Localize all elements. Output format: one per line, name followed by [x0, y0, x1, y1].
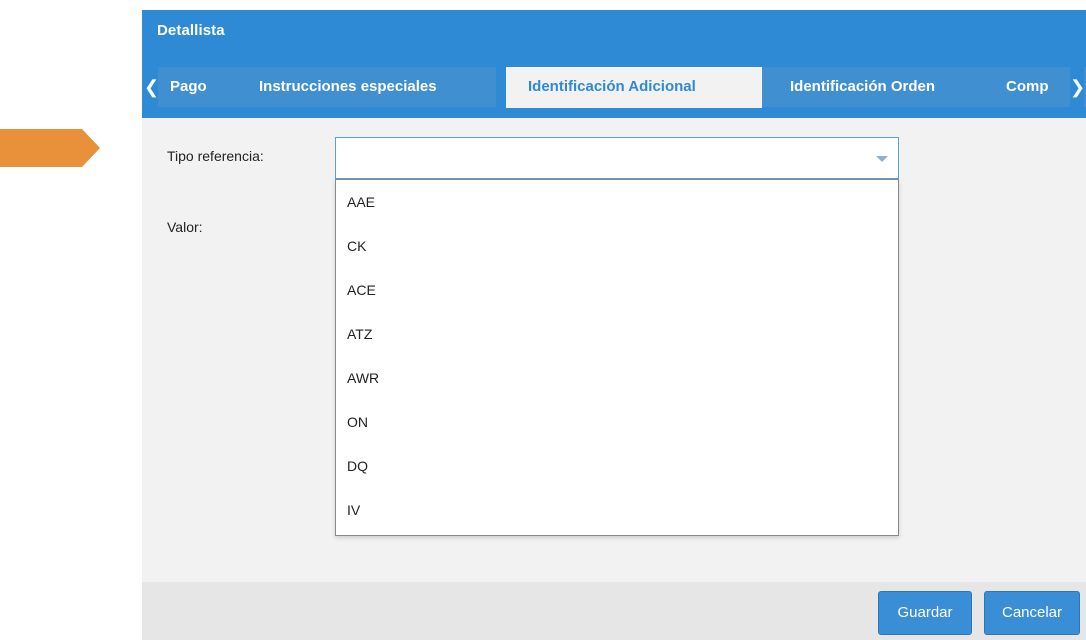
chevron-left-icon: ❮ — [144, 77, 160, 97]
tab-instrucciones-especiales[interactable]: Instrucciones especiales — [234, 67, 496, 107]
tab-label: Identificación Adicional — [528, 78, 696, 95]
valor-label: Valor: — [167, 219, 203, 235]
dropdown-option-atz[interactable]: ATZ — [336, 312, 898, 356]
detallista-dialog: Detallista Pago ❮ Instrucciones especial… — [142, 10, 1086, 640]
dropdown-option-on[interactable]: ON — [336, 400, 898, 444]
tab-label: Instrucciones especiales — [259, 78, 437, 95]
cancel-button[interactable]: Cancelar — [984, 591, 1080, 635]
dropdown-option-ck[interactable]: CK — [336, 224, 898, 268]
dropdown-option-awr[interactable]: AWR — [336, 356, 898, 400]
tab-identificacion-adicional[interactable]: Identificación Adicional — [506, 67, 762, 108]
tab-label: Comp — [1006, 78, 1049, 95]
save-button[interactable]: Guardar — [878, 591, 972, 635]
dropdown-option-iv[interactable]: IV — [336, 488, 898, 532]
tab-identificacion-orden[interactable]: Identificación Orden — [762, 67, 992, 107]
dropdown-option-dq[interactable]: DQ — [336, 444, 898, 488]
tab-bar: Pago ❮ Instrucciones especiales Identifi… — [142, 56, 1086, 118]
tab-pago[interactable]: Pago — [156, 67, 234, 107]
dropdown-option-aae[interactable]: AAE — [336, 180, 898, 224]
tab-label: Pago — [170, 78, 207, 95]
dropdown-option-ace[interactable]: ACE — [336, 268, 898, 312]
tipo-referencia-label: Tipo referencia: — [167, 148, 264, 164]
chevron-right-icon: ❯ — [1070, 77, 1086, 97]
tab-scroll-left[interactable]: ❮ — [144, 67, 160, 107]
tab-label: Identificación Orden — [790, 78, 936, 95]
dialog-title: Detallista — [157, 22, 225, 39]
tipo-referencia-select[interactable] — [335, 137, 899, 179]
caret-down-icon[interactable] — [876, 156, 888, 162]
tipo-referencia-dropdown: AAE CK ACE ATZ AWR ON DQ IV — [335, 179, 899, 536]
tab-scroll-right[interactable]: ❯ — [1070, 67, 1086, 107]
dialog-titlebar: Detallista — [142, 10, 1086, 56]
orange-arrow-marker — [0, 129, 100, 167]
